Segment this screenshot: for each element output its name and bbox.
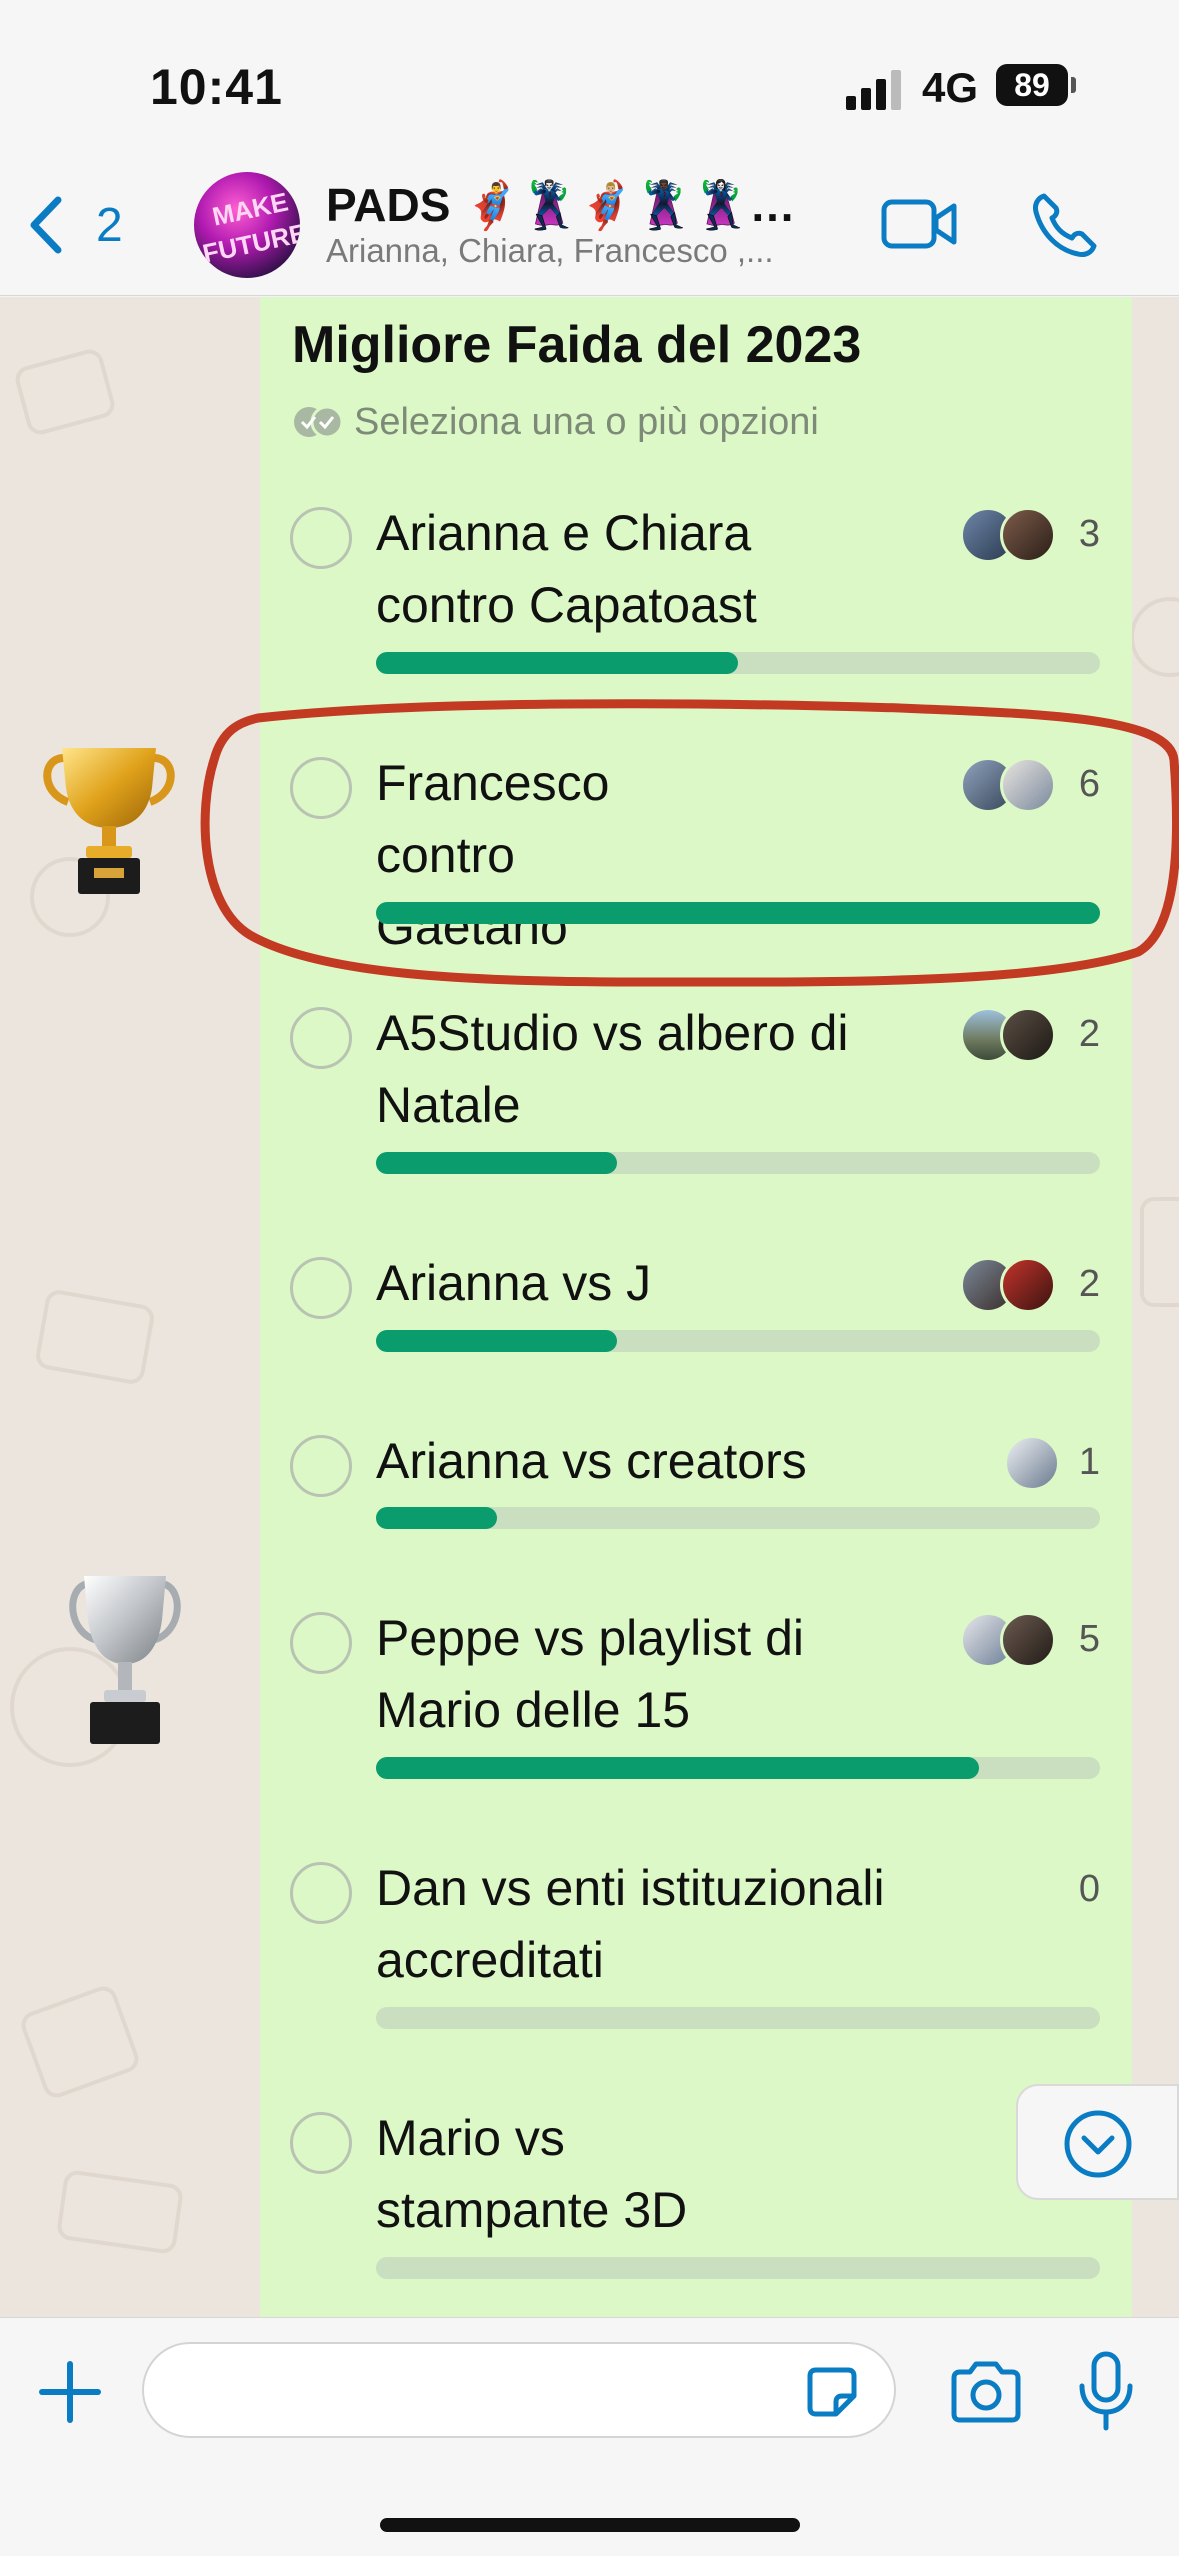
vote-bar-fill xyxy=(376,652,738,674)
phone-icon xyxy=(1033,193,1097,257)
group-avatar[interactable]: MAKE FUTURE xyxy=(194,172,300,278)
vote-bar xyxy=(376,652,1100,674)
poll-option-label: Arianna vs J xyxy=(376,1255,652,1311)
camera-button[interactable] xyxy=(948,2358,1024,2426)
poll-option[interactable]: Peppe vs playlist di Mario delle 15 5 xyxy=(260,1602,1132,1852)
sticker-button[interactable] xyxy=(802,2362,862,2422)
poll-option[interactable]: Francesco contro Gaetano 6 xyxy=(260,747,1132,997)
plus-icon xyxy=(39,2361,101,2423)
poll-option-label: Arianna vs creators xyxy=(376,1433,807,1489)
vote-count: 3 xyxy=(1078,513,1100,555)
vote-bar xyxy=(376,2257,1100,2279)
poll-option-radio[interactable] xyxy=(290,1007,352,1069)
vote-bar-fill xyxy=(376,902,1100,924)
group-members[interactable]: Arianna, Chiara, Francesco ,... xyxy=(326,232,774,270)
video-call-button[interactable] xyxy=(880,194,960,254)
multi-select-icon xyxy=(294,405,344,439)
voter-avatars xyxy=(960,757,1060,813)
vote-count: 0 xyxy=(1078,1868,1100,1910)
chevron-left-icon xyxy=(30,196,62,254)
home-indicator[interactable] xyxy=(380,2518,800,2532)
message-input-bar xyxy=(0,2317,1179,2556)
vote-bar xyxy=(376,1757,1100,1779)
poll-option-label: Dan vs enti istituzionali accreditati xyxy=(376,1860,885,1988)
vote-count: 2 xyxy=(1078,1013,1100,1055)
vote-bar xyxy=(376,2007,1100,2029)
vote-bar xyxy=(376,1330,1100,1352)
poll-option[interactable]: Dan vs enti istituzionali accreditati 0 xyxy=(260,1852,1132,2102)
voice-call-button[interactable] xyxy=(1030,190,1100,260)
battery-icon: 89 xyxy=(996,64,1076,106)
network-type: 4G xyxy=(922,64,979,111)
poll-option-label: Arianna e Chiara contro Capatoast xyxy=(376,505,757,633)
signal-icon xyxy=(846,70,902,110)
voter-avatars xyxy=(1004,1435,1060,1491)
sticker-icon xyxy=(807,2367,857,2417)
voter-avatars xyxy=(960,507,1060,563)
poll-option[interactable]: A5Studio vs albero di Natale 2 xyxy=(260,997,1132,1247)
poll-option-label: Francesco contro Gaetano xyxy=(376,755,610,955)
vote-bar xyxy=(376,1507,1100,1529)
scroll-to-bottom-button[interactable] xyxy=(1016,2084,1179,2200)
vote-bar xyxy=(376,1152,1100,1174)
poll-option[interactable]: Arianna e Chiara contro Capatoast 3 xyxy=(260,497,1132,747)
voter-avatars xyxy=(960,1612,1060,1668)
battery-level: 89 xyxy=(996,64,1068,106)
voter-avatars xyxy=(960,1257,1060,1313)
poll-option-radio[interactable] xyxy=(290,757,352,819)
poll-option-radio[interactable] xyxy=(290,2112,352,2174)
video-camera-icon xyxy=(881,199,957,249)
vote-count: 1 xyxy=(1078,1441,1100,1483)
poll-option-label: A5Studio vs albero di Natale xyxy=(376,1005,849,1133)
poll-option-label: Peppe vs playlist di Mario delle 15 xyxy=(376,1610,805,1738)
vote-count: 6 xyxy=(1078,763,1100,805)
microphone-icon xyxy=(1079,2351,1133,2431)
voter-avatar xyxy=(1000,757,1056,813)
microphone-button[interactable] xyxy=(1076,2350,1136,2434)
vote-count: 2 xyxy=(1078,1263,1100,1305)
voter-avatar xyxy=(1000,507,1056,563)
poll-option-radio[interactable] xyxy=(290,1612,352,1674)
poll-option-radio[interactable] xyxy=(290,507,352,569)
chat-header: 2 MAKE FUTURE PADS 🦸‍♂️🦹‍♂️🦸🏼‍♂️🦹🏿‍♂️🦹‍♀… xyxy=(0,160,1179,296)
poll-option-radio[interactable] xyxy=(290,1435,352,1497)
voter-avatar xyxy=(1000,1612,1056,1668)
poll-option-radio[interactable] xyxy=(290,1862,352,1924)
voter-avatar xyxy=(1004,1435,1060,1491)
poll-title: Migliore Faida del 2023 xyxy=(292,316,862,374)
chevron-down-circle-icon xyxy=(1064,2110,1132,2178)
vote-count: 5 xyxy=(1078,1618,1100,1660)
group-name[interactable]: PADS 🦸‍♂️🦹‍♂️🦸🏼‍♂️🦹🏿‍♂️🦹‍♀️… xyxy=(326,178,796,233)
camera-icon xyxy=(951,2361,1021,2423)
attach-button[interactable] xyxy=(36,2358,104,2426)
poll-hint-text: Seleziona una o più opzioni xyxy=(354,401,819,443)
back-button[interactable]: 2 xyxy=(20,184,140,264)
poll-message: Migliore Faida del 2023 Seleziona una o … xyxy=(260,297,1132,2317)
vote-bar xyxy=(376,902,1100,924)
poll-option-radio[interactable] xyxy=(290,1257,352,1319)
voter-avatar xyxy=(1000,1007,1056,1063)
vote-bar-fill xyxy=(376,1152,618,1174)
gold-trophy-icon xyxy=(43,748,175,894)
poll-option[interactable]: Arianna vs creators 1 xyxy=(260,1425,1132,1602)
poll-option-label: Mario vs stampante 3D xyxy=(376,2110,688,2238)
poll-hint: Seleziona una o più opzioni xyxy=(292,401,819,444)
poll-option[interactable]: Mario vs stampante 3D xyxy=(260,2102,1132,2317)
silver-trophy-icon xyxy=(69,1576,181,1744)
voter-avatar xyxy=(1000,1257,1056,1313)
vote-bar-fill xyxy=(376,1330,618,1352)
unread-count: 2 xyxy=(96,199,123,252)
voter-avatars xyxy=(960,1007,1060,1063)
status-bar: 10:41 4G 89 xyxy=(0,0,1179,160)
status-time: 10:41 xyxy=(150,59,283,115)
vote-bar-fill xyxy=(376,1757,980,1779)
poll-option[interactable]: Arianna vs J 2 xyxy=(260,1247,1132,1425)
vote-bar-fill xyxy=(376,1507,497,1529)
message-input[interactable] xyxy=(142,2342,896,2438)
